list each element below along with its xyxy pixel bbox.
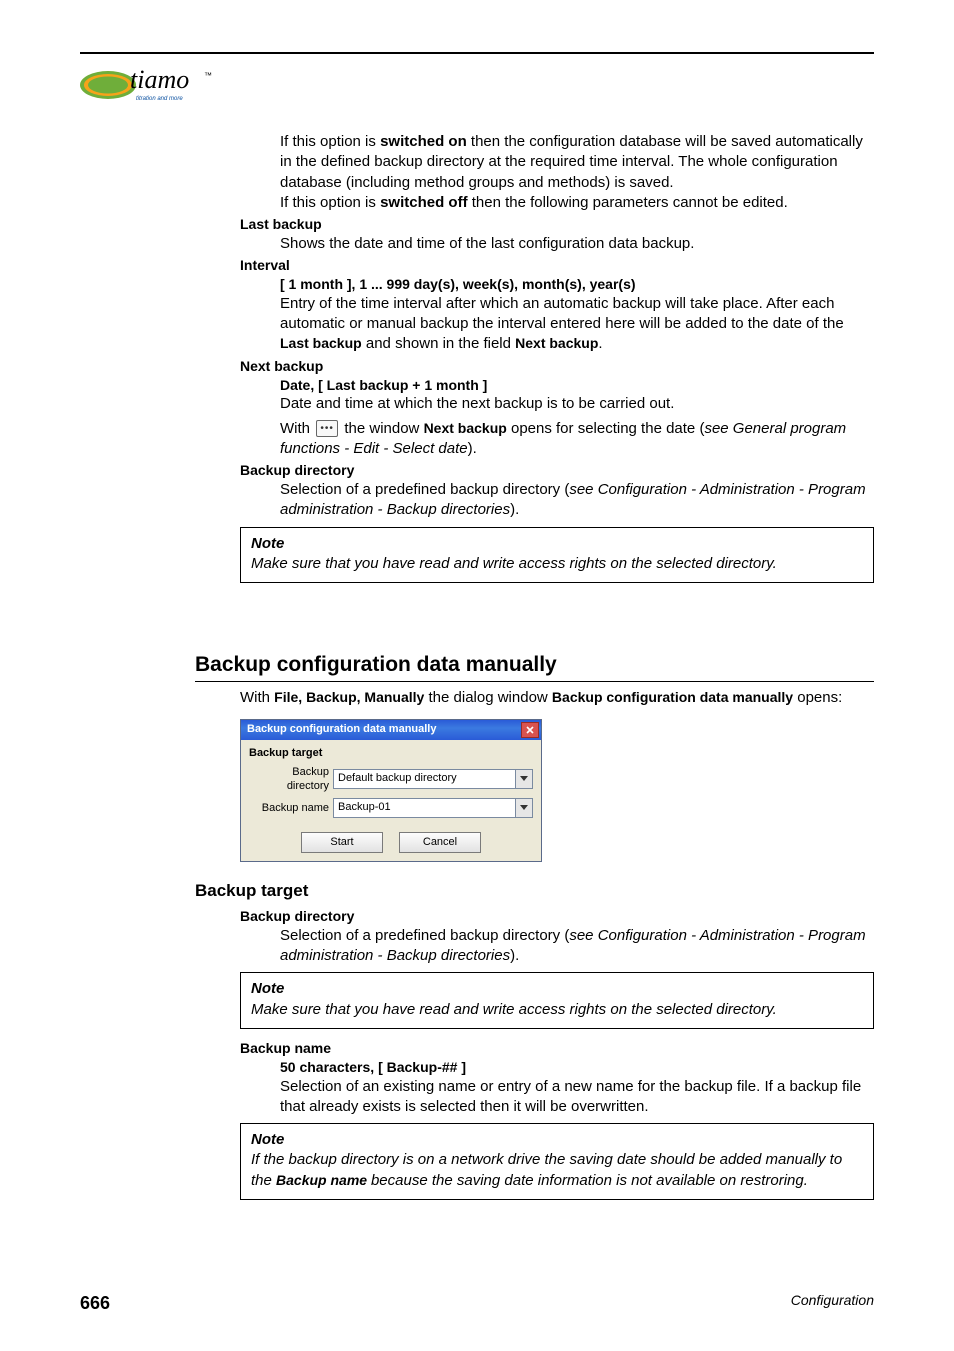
brand-logo: tiamo ™ titration and more (80, 64, 874, 106)
backup-name-label: Backup name (240, 1039, 874, 1058)
note-box-2: Note Make sure that you have read and wr… (240, 972, 874, 1029)
chevron-down-icon[interactable] (515, 770, 532, 788)
footer-label: Configuration (791, 1291, 874, 1315)
interval-text: Entry of the time interval after which a… (280, 294, 874, 355)
section-heading: Backup configuration data manually (195, 651, 874, 682)
backup-target-heading: Backup target (195, 880, 874, 903)
backup-name-value: Backup-01 (334, 799, 515, 817)
note-title: Note (251, 534, 863, 554)
backup-directory-value: Default backup directory (334, 770, 515, 788)
note-text: Make sure that you have read and write a… (251, 554, 863, 574)
backup-directory-text: Selection of a predefined backup directo… (280, 480, 874, 521)
dialog-group-label: Backup target (249, 746, 533, 761)
backup-name-text: Selection of an existing name or entry o… (280, 1077, 874, 1118)
next-backup-range: Date, [ Last backup + 1 month ] (280, 376, 874, 395)
note-title: Note (251, 1130, 863, 1150)
dialog-row1-label: Backup directory (249, 765, 329, 795)
note-box-3: Note If the backup directory is on a net… (240, 1123, 874, 1200)
dialog-title: Backup configuration data manually (247, 722, 436, 737)
backup-directory-text-2: Selection of a predefined backup directo… (280, 926, 874, 967)
note-text: If the backup directory is on a network … (251, 1150, 863, 1191)
page-number: 666 (80, 1291, 110, 1315)
start-button[interactable]: Start (301, 832, 383, 853)
next-backup-text2: With ••• the window Next backup opens fo… (280, 419, 874, 460)
next-backup-label: Next backup (240, 357, 874, 376)
svg-text:titration and more: titration and more (136, 96, 183, 102)
backup-name-range: 50 characters, [ Backup-## ] (280, 1058, 874, 1077)
chevron-down-icon[interactable] (515, 799, 532, 817)
backup-name-select[interactable]: Backup-01 (333, 798, 533, 818)
interval-label: Interval (240, 256, 874, 275)
interval-range: [ 1 month ], 1 ... 999 day(s), week(s), … (280, 275, 874, 294)
ellipsis-button-icon: ••• (316, 420, 338, 437)
auto-off-paragraph: If this option is switched off then the … (280, 193, 874, 213)
section-intro: With File, Backup, Manually the dialog w… (240, 688, 874, 708)
auto-on-paragraph: If this option is switched on then the c… (280, 132, 874, 193)
note-title: Note (251, 979, 863, 999)
close-icon[interactable] (521, 722, 539, 738)
note-text: Make sure that you have read and write a… (251, 1000, 863, 1020)
cancel-button[interactable]: Cancel (399, 832, 481, 853)
svg-text:tiamo: tiamo (130, 65, 189, 94)
backup-directory-label: Backup directory (240, 461, 874, 480)
dialog-row2-label: Backup name (249, 801, 329, 816)
backup-directory-select[interactable]: Default backup directory (333, 769, 533, 789)
svg-text:™: ™ (204, 71, 212, 80)
last-backup-text: Shows the date and time of the last conf… (280, 234, 874, 254)
next-backup-text1: Date and time at which the next backup i… (280, 394, 874, 414)
note-box-1: Note Make sure that you have read and wr… (240, 527, 874, 584)
last-backup-label: Last backup (240, 215, 874, 234)
backup-directory-label-2: Backup directory (240, 907, 874, 926)
dialog-screenshot: Backup configuration data manually Backu… (240, 719, 542, 862)
